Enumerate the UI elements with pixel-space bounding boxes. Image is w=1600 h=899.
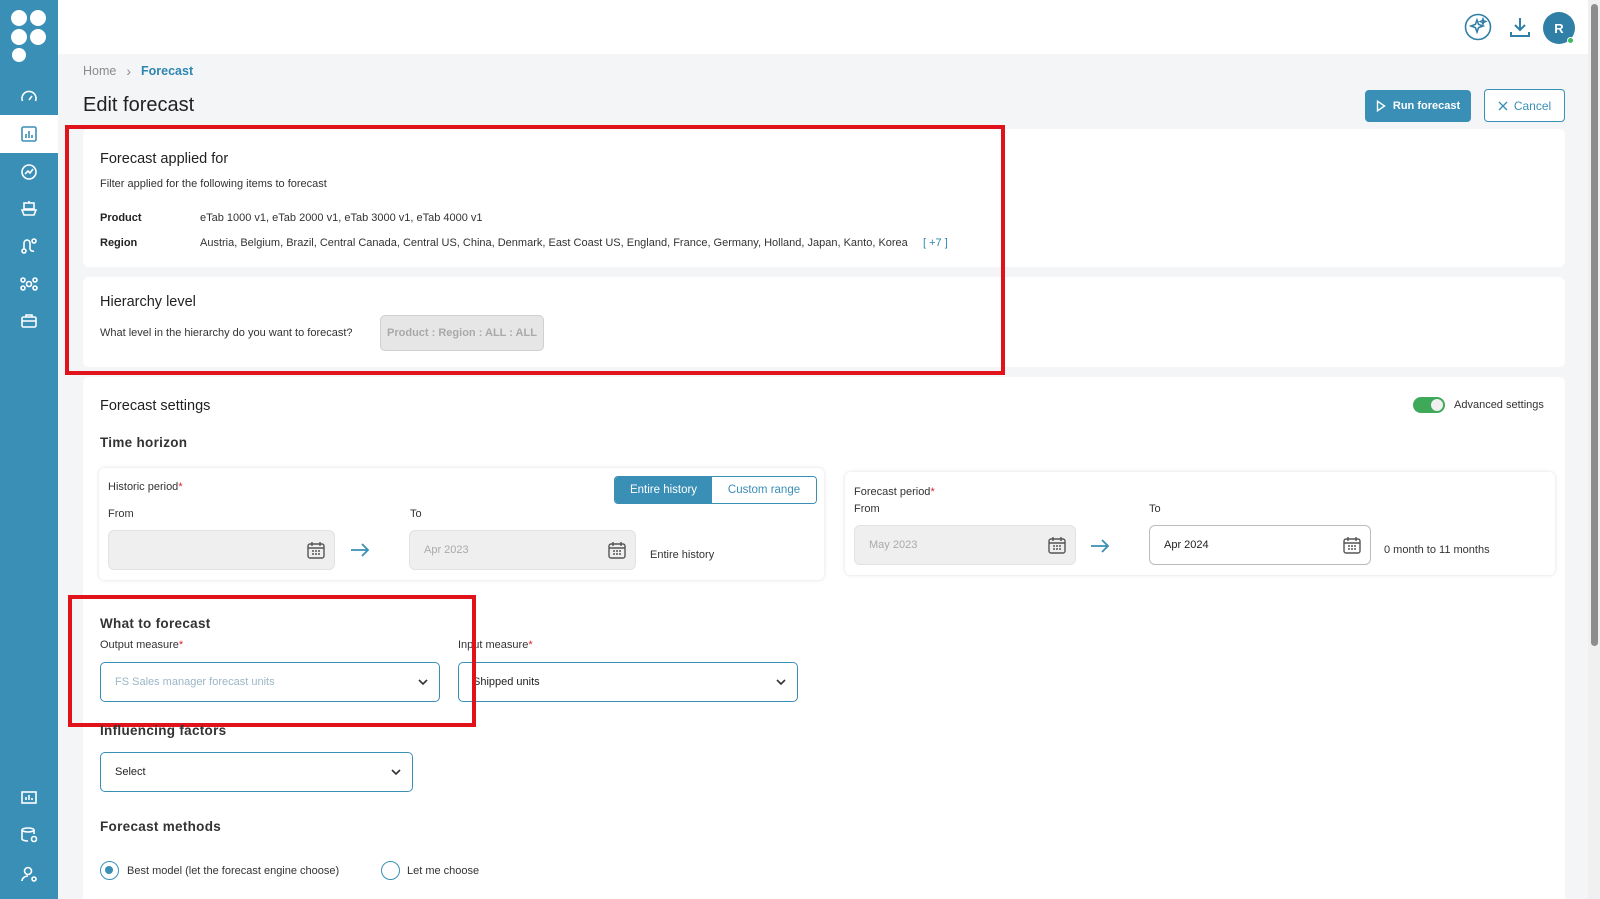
radio-best-model[interactable] (100, 861, 119, 880)
settings-title: Forecast settings (100, 398, 211, 414)
calendar-icon (1342, 535, 1362, 555)
custom-range-option[interactable]: Custom range (712, 477, 816, 503)
close-icon (1498, 101, 1508, 111)
trend-icon (20, 163, 38, 181)
arrow-right-icon (350, 542, 370, 558)
bar-chart-icon (20, 125, 38, 143)
forecast-period-label: Forecast period* (854, 486, 935, 498)
chevron-down-icon (775, 677, 787, 687)
cancel-button[interactable]: Cancel (1484, 89, 1565, 122)
advanced-settings-toggle[interactable] (1413, 397, 1445, 413)
report-icon (20, 788, 38, 806)
nav-forecast[interactable] (0, 115, 58, 153)
online-status-dot (1567, 37, 1574, 44)
hierarchy-level-value: Product : Region : ALL : ALL (380, 315, 544, 351)
calendar-icon (607, 540, 627, 560)
historic-from-label: From (108, 508, 134, 520)
historic-summary: Entire history (650, 549, 715, 561)
ship-icon (20, 200, 38, 218)
influencing-factors-title: Influencing factors (100, 723, 227, 738)
input-measure-label: Input measure* (458, 639, 533, 651)
settings-card (83, 377, 1565, 899)
database-settings-icon (20, 826, 38, 844)
historic-to-input[interactable]: Apr 2023 (409, 530, 636, 570)
nav-supply[interactable] (0, 190, 58, 228)
historic-range-toggle: Entire history Custom range (614, 476, 817, 504)
input-measure-value: Shipped units (473, 676, 540, 688)
output-measure-select[interactable]: FS Sales manager forecast units (100, 662, 440, 702)
network-icon (20, 275, 38, 293)
sidebar (0, 0, 58, 899)
forecast-to-label: To (1149, 503, 1161, 515)
product-value: eTab 1000 v1, eTab 2000 v1, eTab 3000 v1… (200, 212, 483, 224)
nav-routes[interactable] (0, 227, 58, 265)
forecast-from-value: May 2023 (869, 539, 918, 551)
play-icon (1376, 100, 1386, 112)
nav-reports[interactable] (0, 778, 58, 816)
hierarchy-title: Hierarchy level (100, 294, 196, 310)
nav-user-settings[interactable] (0, 855, 58, 893)
top-bar (58, 0, 1600, 54)
page-title: Edit forecast (83, 94, 195, 116)
nav-network[interactable] (0, 265, 58, 303)
scrollbar-thumb[interactable] (1591, 4, 1598, 646)
output-measure-value: FS Sales manager forecast units (115, 676, 275, 688)
calendar-icon (306, 540, 326, 560)
nav-data-settings[interactable] (0, 816, 58, 854)
region-value: Austria, Belgium, Brazil, Central Canada… (200, 237, 908, 249)
forecast-from-label: From (854, 503, 880, 515)
download-icon (1508, 15, 1532, 39)
breadcrumb-home[interactable]: Home (83, 64, 116, 78)
input-measure-select[interactable]: Shipped units (458, 662, 798, 702)
ai-assistant-button[interactable] (1463, 12, 1493, 42)
forecast-methods-title: Forecast methods (100, 819, 222, 834)
applied-for-title: Forecast applied for (100, 151, 229, 167)
chevron-down-icon (390, 767, 402, 777)
historic-period-label: Historic period* (108, 481, 183, 493)
user-settings-icon (20, 865, 38, 883)
historic-to-value: Apr 2023 (424, 544, 469, 556)
advanced-settings-label: Advanced settings (1454, 399, 1544, 411)
forecast-to-value: Apr 2024 (1164, 539, 1209, 551)
region-more-link[interactable]: [ +7 ] (923, 237, 948, 249)
run-forecast-button[interactable]: Run forecast (1365, 90, 1471, 122)
cancel-label: Cancel (1513, 98, 1552, 113)
nav-dashboard[interactable] (0, 78, 58, 116)
product-label: Product (100, 212, 142, 224)
chevron-down-icon (417, 677, 429, 687)
influencing-factors-select[interactable]: Select (100, 752, 413, 792)
radio-let-me-choose[interactable] (381, 861, 400, 880)
breadcrumb-separator: › (126, 63, 132, 79)
ai-sparkle-icon (1464, 13, 1492, 41)
app-logo[interactable] (9, 7, 49, 63)
nav-analytics[interactable] (0, 153, 58, 191)
what-to-forecast-title: What to forecast (100, 616, 211, 631)
hierarchy-card (83, 277, 1565, 367)
output-measure-label: Output measure* (100, 639, 184, 651)
hierarchy-question: What level in the hierarchy do you want … (100, 327, 353, 339)
arrow-right-icon (1090, 538, 1110, 554)
briefcase-icon (20, 312, 38, 330)
download-button[interactable] (1505, 12, 1535, 42)
calendar-icon (1047, 535, 1067, 555)
forecast-to-input[interactable]: Apr 2024 (1149, 525, 1371, 565)
forecast-from-input[interactable]: May 2023 (854, 525, 1076, 565)
let-me-choose-label[interactable]: Let me choose (407, 865, 479, 877)
historic-from-input[interactable] (108, 530, 335, 570)
applied-for-subtitle: Filter applied for the following items t… (100, 178, 327, 190)
breadcrumb: Home › Forecast (83, 63, 193, 79)
time-horizon-title: Time horizon (100, 435, 188, 450)
forecast-summary: 0 month to 11 months (1384, 544, 1490, 556)
historic-to-label: To (410, 508, 422, 520)
entire-history-option[interactable]: Entire history (615, 477, 713, 503)
influencing-factors-placeholder: Select (115, 766, 146, 778)
run-forecast-label: Run forecast (1392, 100, 1461, 112)
route-icon (20, 237, 38, 255)
nav-portfolio[interactable] (0, 302, 58, 340)
best-model-label[interactable]: Best model (let the forecast engine choo… (127, 865, 339, 877)
breadcrumb-current[interactable]: Forecast (141, 64, 193, 78)
region-label: Region (100, 237, 138, 249)
gauge-icon (20, 88, 38, 106)
